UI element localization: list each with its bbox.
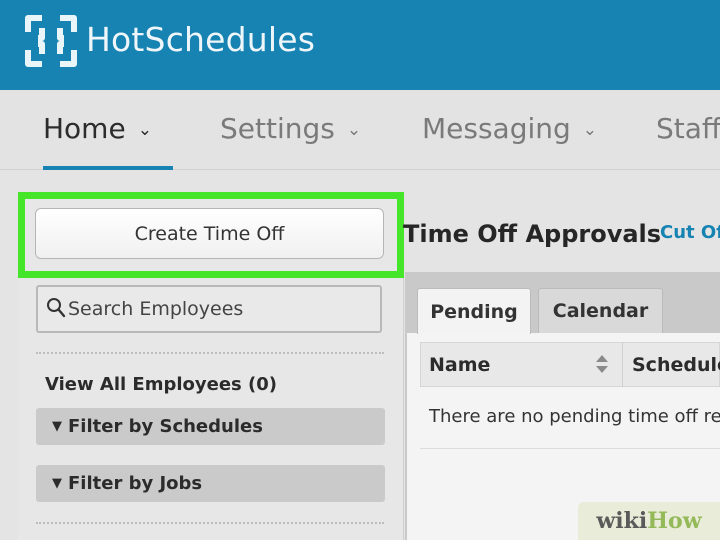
divider (36, 352, 384, 354)
nav-item-label: Messaging (422, 112, 571, 145)
chevron-down-icon: ⌄ (346, 120, 362, 140)
tab-pending[interactable]: Pending (417, 288, 531, 334)
search-box[interactable] (36, 285, 382, 333)
create-time-off-button[interactable]: Create Time Off (35, 208, 384, 259)
column-header-name[interactable]: Name (429, 354, 490, 376)
empty-state-message: There are no pending time off requests (429, 406, 720, 427)
watermark-text: wiki (596, 508, 648, 534)
active-tab-indicator (43, 166, 173, 170)
search-input[interactable] (68, 287, 373, 331)
hotschedules-logo-icon[interactable] (24, 14, 78, 68)
view-all-employees-link[interactable]: View All Employees (0) (45, 374, 277, 395)
watermark-text: How (647, 508, 702, 534)
chevron-down-icon: ⌄ (137, 120, 152, 140)
main-nav: Home ⌄ Settings ⌄ Messaging ⌄ Staff (0, 90, 720, 170)
cut-off-link[interactable]: Cut Off (660, 222, 720, 243)
app-header: HotSchedules (0, 0, 720, 90)
column-divider (622, 342, 623, 387)
nav-item-label: Home (43, 112, 126, 145)
nav-item-label: Staff (656, 112, 720, 145)
sort-icon[interactable] (594, 352, 610, 376)
triangle-down-icon: ▼ (52, 476, 62, 491)
divider (36, 522, 384, 524)
nav-item-staff[interactable]: Staff (656, 112, 720, 145)
triangle-down-icon: ▼ (52, 419, 62, 434)
filter-label: Filter by Jobs (68, 473, 203, 494)
nav-item-label: Settings (220, 112, 335, 145)
search-icon (47, 298, 66, 318)
nav-item-messaging[interactable]: Messaging ⌄ (422, 112, 597, 145)
page-title: Time Off Approvals (403, 220, 662, 248)
tab-calendar[interactable]: Calendar (538, 288, 663, 333)
filter-by-jobs[interactable]: ▼ Filter by Jobs (36, 465, 385, 502)
column-header-schedule[interactable]: Schedule (632, 354, 720, 376)
wikihow-watermark: wiki How (578, 502, 720, 540)
chevron-down-icon: ⌄ (582, 120, 598, 140)
nav-item-settings[interactable]: Settings ⌄ (220, 112, 361, 145)
app-title[interactable]: HotSchedules (86, 20, 315, 59)
filter-label: Filter by Schedules (68, 416, 263, 437)
filter-by-schedules[interactable]: ▼ Filter by Schedules (36, 408, 385, 445)
nav-item-home[interactable]: Home ⌄ (43, 112, 152, 145)
